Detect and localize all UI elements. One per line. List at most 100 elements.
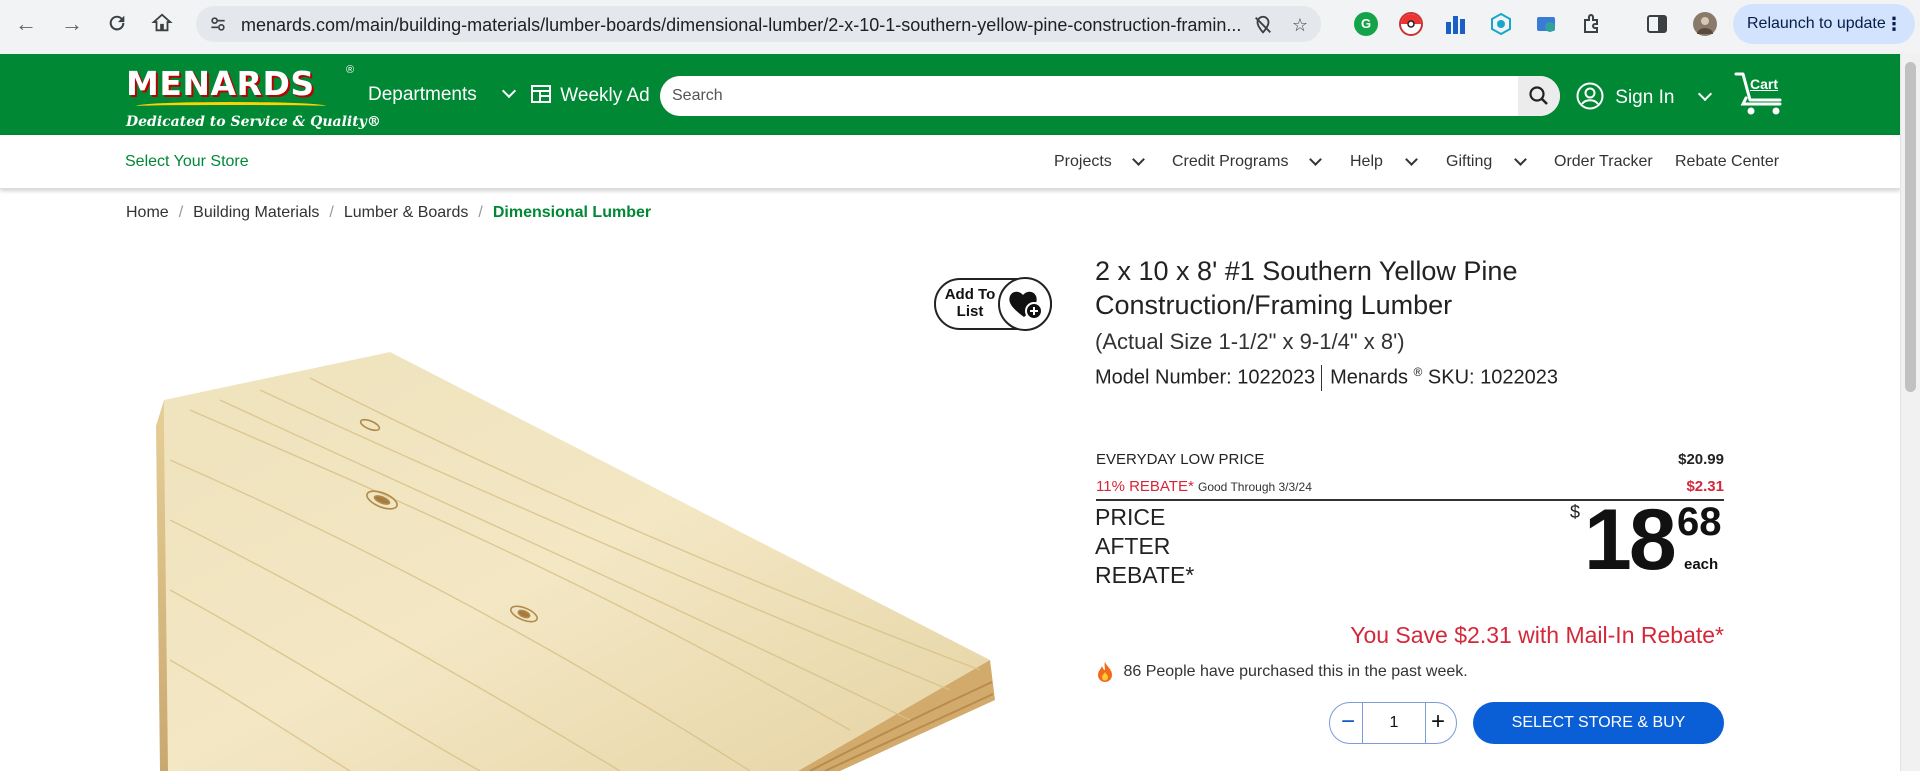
- breadcrumb-lumber-boards[interactable]: Lumber & Boards: [344, 204, 469, 221]
- weekly-ad-link[interactable]: Weekly Ad: [531, 84, 650, 107]
- search-input[interactable]: [672, 76, 1512, 116]
- heart-plus-icon: [998, 277, 1052, 331]
- relaunch-label: Relaunch to update: [1747, 15, 1886, 32]
- reload-icon[interactable]: [101, 12, 133, 36]
- logo-swoosh: [136, 102, 326, 110]
- breadcrumb-current[interactable]: Dimensional Lumber: [493, 204, 651, 221]
- image-extension-icon[interactable]: [1534, 12, 1558, 36]
- breadcrumb-separator: /: [329, 204, 334, 221]
- quantity-stepper: − 1 +: [1329, 702, 1457, 744]
- par-line-2: AFTER: [1095, 533, 1171, 559]
- bar-chart-extension-icon[interactable]: [1444, 12, 1468, 36]
- rebate-label[interactable]: 11% REBATE*: [1096, 478, 1194, 495]
- departments-label: Departments: [368, 84, 477, 105]
- flame-icon: [1098, 662, 1112, 682]
- select-store-buy-button[interactable]: SELECT STORE & BUY: [1473, 702, 1724, 744]
- breadcrumb-separator: /: [178, 204, 184, 221]
- user-icon: [1576, 82, 1604, 110]
- logo-tagline: Dedicated to Service & Quality®: [126, 114, 381, 130]
- cart-button[interactable]: Cart: [1734, 68, 1790, 118]
- breadcrumb: Home / Building Materials / Lumber & Boards /…: [126, 204, 651, 222]
- secondary-nav: Select Your Store Projects Credit Progra…: [0, 135, 1900, 189]
- price-unit: each: [1684, 556, 1719, 573]
- logo-wordmark: MENARDS: [126, 64, 315, 103]
- rebate-amount: $2.31: [1686, 478, 1724, 495]
- side-panel-icon[interactable]: [1645, 12, 1669, 36]
- weekly-ad-label: Weekly Ad: [560, 85, 650, 106]
- chevron-down-icon[interactable]: [1405, 153, 1418, 166]
- nav-rebate-center[interactable]: Rebate Center: [1675, 153, 1779, 171]
- address-bar[interactable]: menards.com/main/building-materials/lumb…: [196, 6, 1321, 42]
- scrollbar-thumb[interactable]: [1905, 62, 1916, 392]
- chevron-down-icon[interactable]: [1309, 153, 1322, 166]
- nav-help[interactable]: Help: [1350, 153, 1383, 171]
- search-button[interactable]: [1518, 76, 1560, 116]
- browser-toolbar: ← → menards.com/main/building-materials/…: [0, 0, 1920, 54]
- sign-in-menu[interactable]: Sign In: [1576, 82, 1712, 110]
- location-off-icon[interactable]: [1252, 14, 1274, 36]
- product-image[interactable]: [150, 330, 1010, 771]
- purchase-count-notice: 86 People have purchased this in the pas…: [1095, 661, 1468, 683]
- chevron-down-icon: [501, 83, 517, 99]
- everyday-price-value: $20.99: [1678, 451, 1724, 468]
- chevron-down-icon[interactable]: [1132, 153, 1145, 166]
- url-text[interactable]: menards.com/main/building-materials/lumb…: [241, 15, 1241, 36]
- price-after-rebate-label: PRICE AFTER REBATE*: [1095, 503, 1194, 590]
- rebate-good-through: Good Through 3/3/24: [1198, 480, 1312, 494]
- product-identifiers: Model Number: 1022023 Menards ® SKU: 1022…: [1095, 365, 1559, 392]
- back-arrow-icon[interactable]: ←: [10, 12, 42, 36]
- sign-in-label: Sign In: [1615, 87, 1675, 108]
- price-dollars: 18: [1584, 492, 1677, 588]
- currency-symbol: $: [1570, 502, 1581, 522]
- select-store-link[interactable]: Select Your Store: [125, 153, 249, 171]
- menards-logo[interactable]: MENARDS ® Dedicated to Service & Quality…: [122, 62, 381, 132]
- savings-message: You Save $2.31 with Mail-In Rebate*: [1350, 622, 1724, 648]
- site-header: MENARDS ® Dedicated to Service & Quality…: [0, 54, 1900, 135]
- everyday-price-row: EVERYDAY LOW PRICE $20.99: [1096, 451, 1724, 468]
- logo-registered-mark: ®: [346, 64, 355, 76]
- product-title: 2 x 10 x 8' #1 Southern Yellow Pine Cons…: [1095, 256, 1518, 320]
- home-icon[interactable]: [146, 12, 178, 36]
- model-number: Model Number: 1022023: [1095, 366, 1316, 389]
- increase-quantity-button[interactable]: +: [1422, 703, 1454, 743]
- quantity-input[interactable]: 1: [1362, 702, 1426, 744]
- nav-gifting[interactable]: Gifting: [1446, 153, 1492, 171]
- product-actual-size: (Actual Size 1-1/2" x 9-1/4" x 8'): [1095, 329, 1405, 354]
- par-line-3: REBATE*: [1095, 562, 1195, 588]
- price-cents: 68: [1677, 500, 1722, 544]
- site-info-icon[interactable]: [208, 14, 228, 34]
- page-scrollbar[interactable]: [1900, 54, 1920, 771]
- nav-credit-programs[interactable]: Credit Programs: [1172, 153, 1288, 171]
- par-line-1: PRICE: [1095, 504, 1166, 530]
- final-price: $ 18 68 each: [1570, 497, 1730, 592]
- departments-menu[interactable]: Departments: [368, 83, 517, 106]
- add-to-list-button[interactable]: Add To List: [934, 277, 1052, 331]
- decrease-quantity-button[interactable]: −: [1332, 703, 1364, 743]
- cart-label: Cart: [1750, 76, 1779, 92]
- breadcrumb-home[interactable]: Home: [126, 204, 169, 221]
- grammarly-extension-icon[interactable]: G: [1354, 12, 1378, 36]
- sku-number: SKU: 1022023: [1427, 366, 1559, 389]
- relaunch-button[interactable]: Relaunch to update ⋮: [1733, 4, 1915, 44]
- more-vertical-icon[interactable]: ⋮: [1885, 4, 1903, 44]
- chevron-down-icon: [1697, 86, 1712, 102]
- brand-name: Menards: [1330, 366, 1408, 389]
- weekly-ad-icon: [531, 85, 551, 103]
- bookmark-star-icon[interactable]: ☆: [1289, 14, 1311, 36]
- extensions-puzzle-icon[interactable]: [1580, 12, 1604, 36]
- everyday-price-label: EVERYDAY LOW PRICE: [1096, 451, 1265, 468]
- purchase-count-text: 86 People have purchased this in the pas…: [1123, 663, 1468, 681]
- divider: [1321, 365, 1323, 392]
- chevron-down-icon[interactable]: [1514, 153, 1527, 166]
- search-bar: [660, 76, 1560, 116]
- hexagon-extension-icon[interactable]: [1489, 12, 1513, 36]
- breadcrumb-building-materials[interactable]: Building Materials: [193, 204, 319, 221]
- forward-arrow-icon[interactable]: →: [56, 12, 88, 36]
- pokeball-extension-icon[interactable]: [1399, 12, 1423, 36]
- nav-projects[interactable]: Projects: [1054, 153, 1112, 171]
- brand-registered-mark: ®: [1413, 365, 1423, 379]
- nav-order-tracker[interactable]: Order Tracker: [1554, 153, 1653, 171]
- add-to-list-label: Add To List: [944, 286, 996, 320]
- breadcrumb-separator: /: [478, 204, 483, 221]
- profile-avatar-icon[interactable]: [1693, 12, 1717, 36]
